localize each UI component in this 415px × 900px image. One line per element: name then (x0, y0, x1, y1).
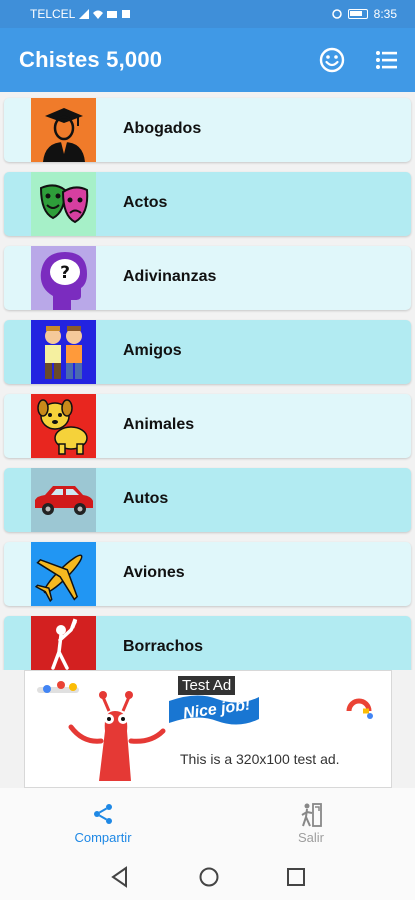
ad-text: This is a 320x100 test ad. (180, 751, 340, 767)
friends-icon (31, 320, 96, 384)
app-bar: Chistes 5,000 (0, 28, 415, 92)
lawyer-icon (31, 98, 96, 162)
category-label: Borrachos (123, 638, 204, 655)
head-question-icon: ? (31, 246, 96, 310)
category-label: Amigos (123, 342, 182, 359)
category-list: Abogados Actos ? Adivinanzas Amigos Anim… (0, 92, 415, 670)
list-icon (376, 51, 397, 69)
category-row-actos[interactable]: Actos (4, 172, 411, 236)
theater-masks-icon (31, 172, 96, 236)
category-label: Actos (123, 194, 168, 211)
status-bar: TELCEL 8:35 (0, 0, 415, 28)
drunk-person-icon (31, 616, 96, 670)
recents-icon[interactable] (286, 866, 306, 888)
car-icon (31, 468, 96, 532)
home-icon[interactable] (198, 866, 220, 888)
airplane-icon (31, 542, 96, 606)
battery-icon (347, 9, 368, 19)
category-label: Aviones (123, 564, 185, 581)
share-button[interactable]: Compartir (48, 788, 158, 856)
category-row-aviones[interactable]: Aviones (4, 542, 411, 606)
category-label: Abogados (123, 120, 202, 137)
menu-button[interactable] (373, 46, 401, 74)
dog-icon (31, 394, 96, 458)
category-row-autos[interactable]: Autos (4, 468, 411, 532)
category-row-amigos[interactable]: Amigos (4, 320, 411, 384)
notification-icon (122, 10, 131, 18)
category-label: Animales (123, 416, 195, 433)
emoji-button[interactable] (318, 46, 346, 74)
category-label: Adivinanzas (123, 268, 217, 285)
status-time: 8:35 (373, 7, 397, 21)
exit-door-icon (301, 803, 322, 827)
ad-banner[interactable]: Nice job! Test Ad This is a 320x100 test… (24, 670, 392, 788)
category-row-borrachos[interactable]: Borrachos (4, 616, 411, 670)
carrier-label: TELCEL (30, 7, 76, 21)
smiley-icon (319, 47, 345, 73)
bottom-navigation: Compartir Salir (0, 788, 415, 856)
category-label: Autos (123, 490, 169, 507)
svg-text:?: ? (60, 263, 70, 283)
exit-button[interactable]: Salir (256, 788, 366, 856)
back-icon[interactable] (110, 866, 130, 888)
app-title: Chistes 5,000 (19, 47, 163, 72)
test-ad-badge: Test Ad (178, 676, 236, 695)
wifi-icon (93, 10, 104, 19)
ad-logo-icon (346, 698, 373, 719)
share-icon (94, 804, 112, 824)
alarm-icon (331, 9, 342, 19)
category-row-adivinanzas[interactable]: ? Adivinanzas (4, 246, 411, 310)
exit-label: Salir (297, 830, 324, 845)
mail-icon (107, 11, 118, 18)
category-row-abogados[interactable]: Abogados (4, 98, 411, 162)
system-navigation-bar (0, 856, 415, 900)
signal-icon (79, 9, 90, 19)
ad-mascot-illustration (37, 681, 166, 781)
share-label: Compartir (74, 830, 132, 845)
category-row-animales[interactable]: Animales (4, 394, 411, 458)
